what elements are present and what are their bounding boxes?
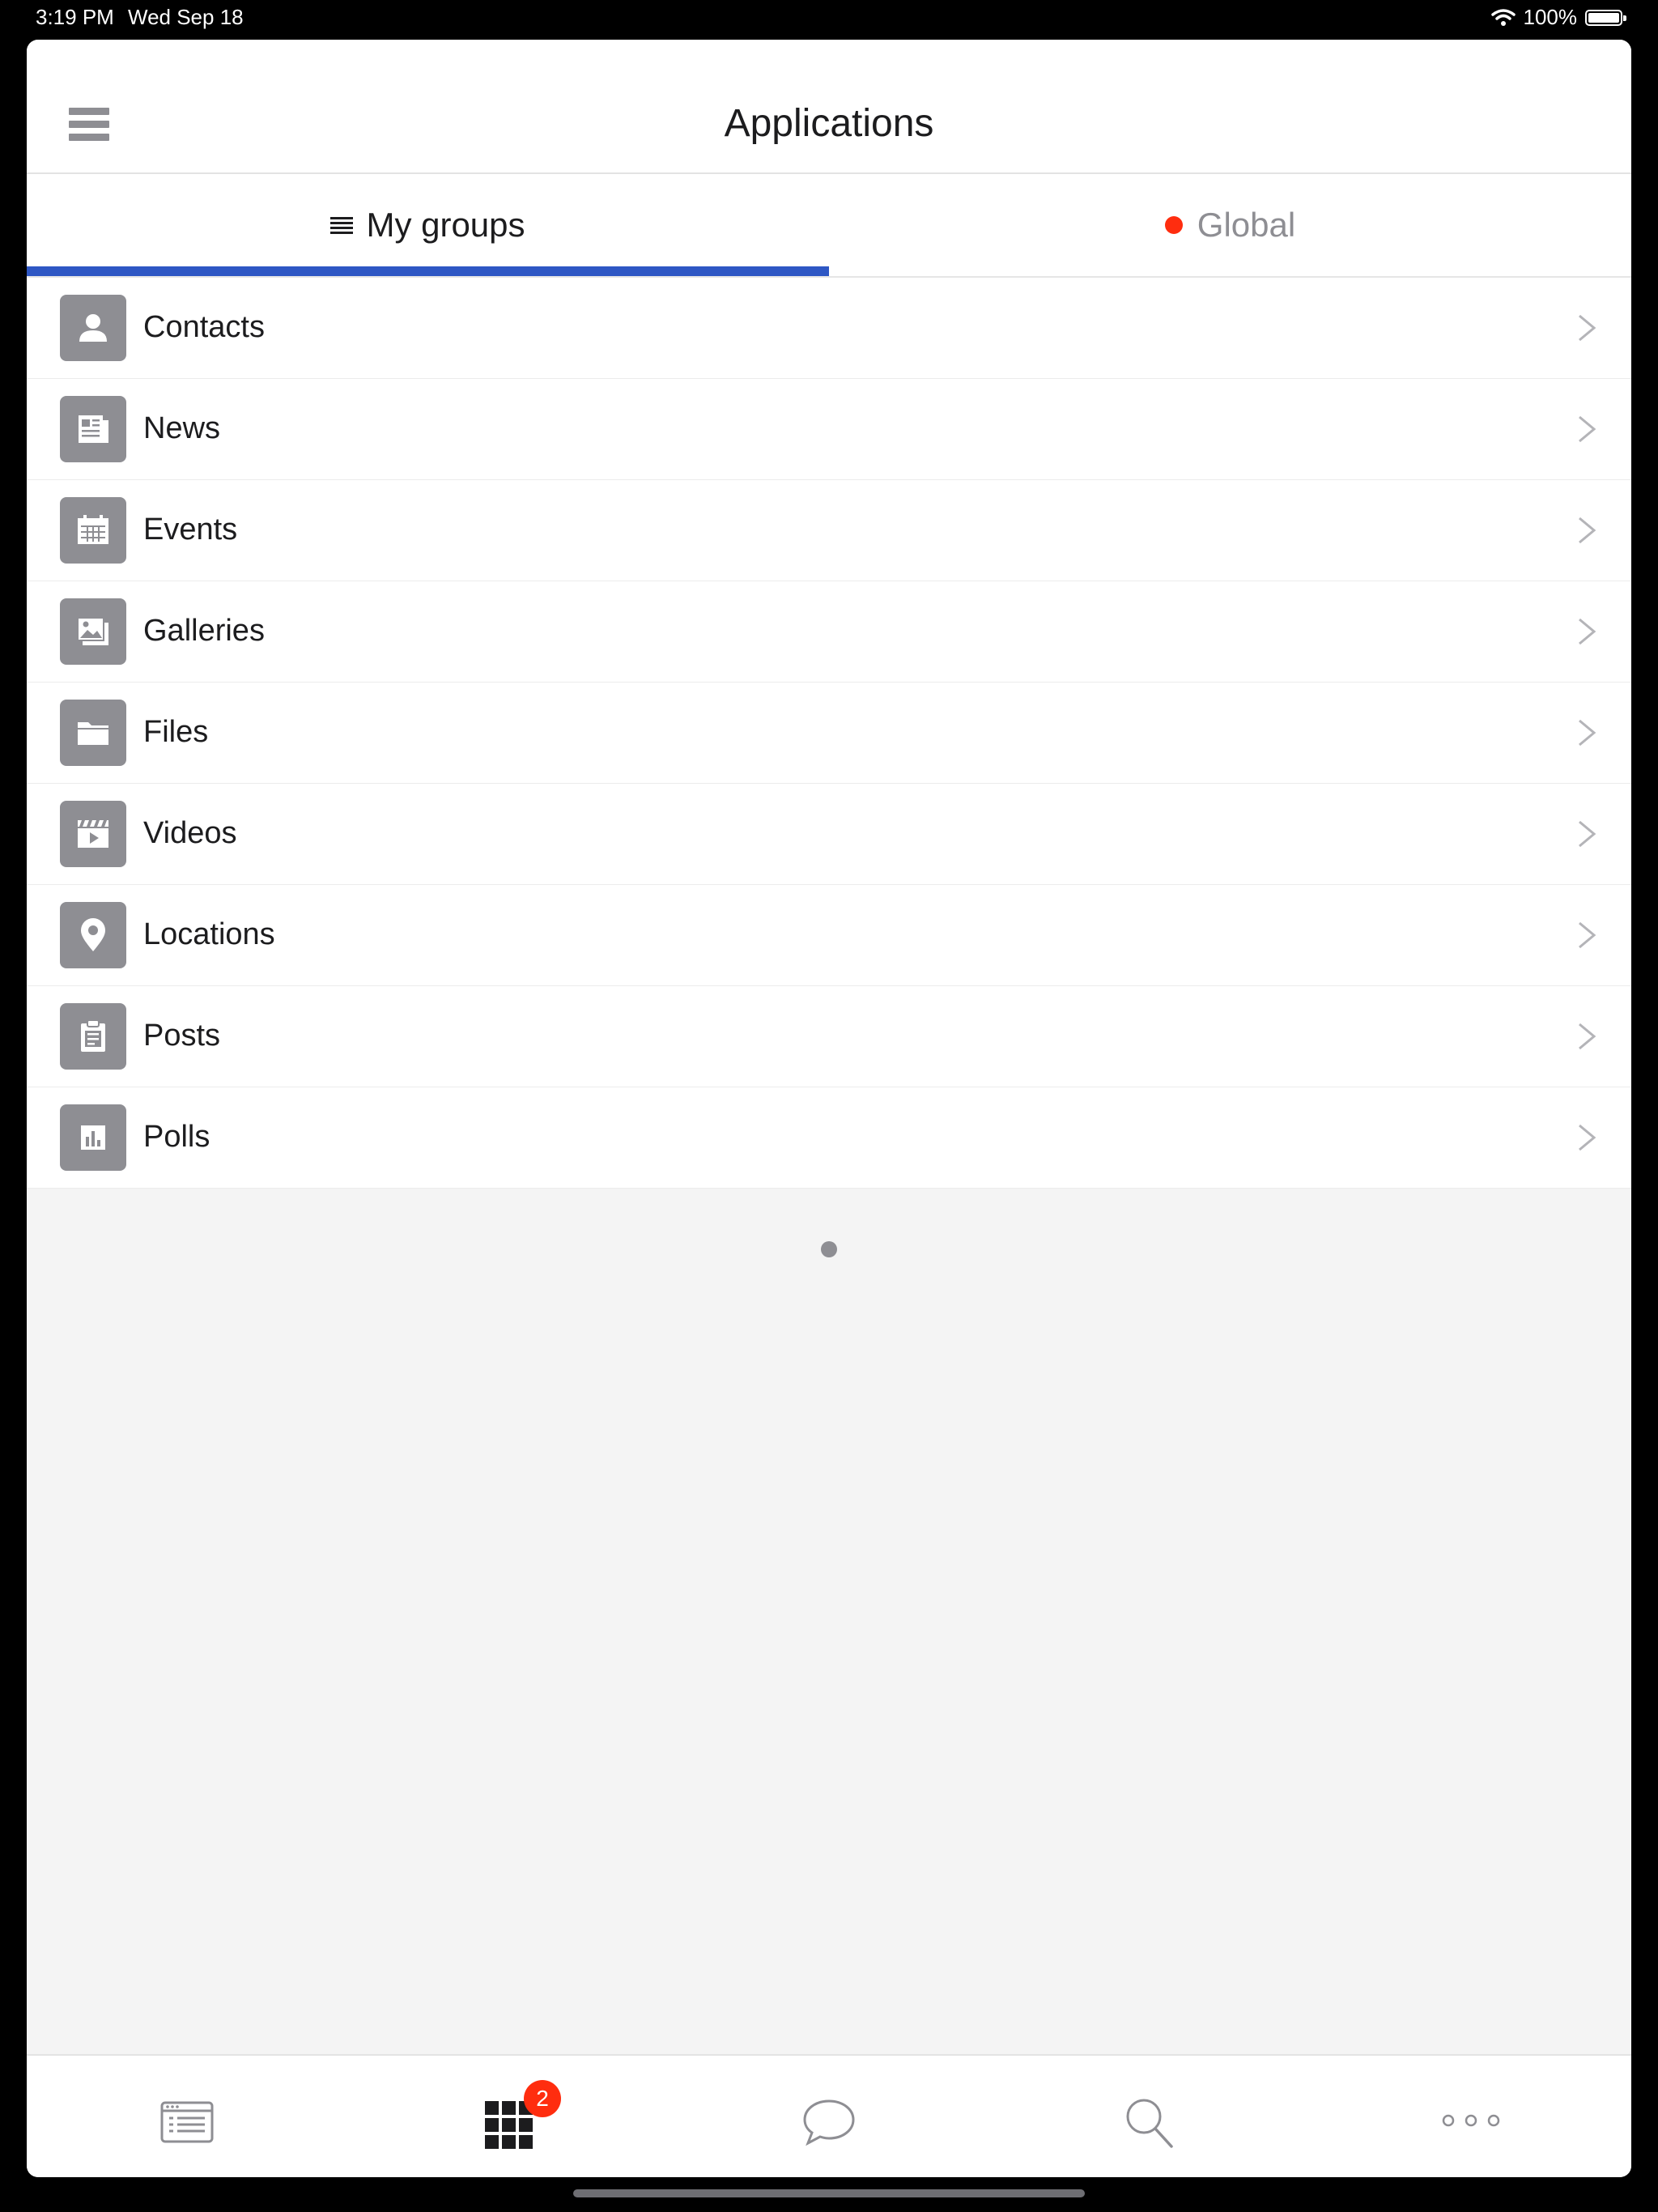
- tabbar-search[interactable]: [1116, 2088, 1181, 2153]
- home-indicator[interactable]: [573, 2189, 1085, 2197]
- chevron-right-icon: [1579, 618, 1596, 645]
- page-indicator-dot: [821, 1241, 837, 1257]
- app-window: Applications My groups Global Contacts N…: [27, 40, 1631, 2177]
- header: Applications: [27, 40, 1631, 174]
- status-date: Wed Sep 18: [128, 5, 244, 29]
- list-item-videos[interactable]: Videos: [27, 784, 1631, 885]
- photo-gallery-icon: [60, 598, 126, 665]
- tab-my-groups[interactable]: My groups: [27, 174, 829, 276]
- bar-chart-icon: [60, 1104, 126, 1171]
- status-right: 100%: [1490, 5, 1626, 30]
- chat-bubble-icon: [803, 2099, 855, 2146]
- list-item-label: Locations: [143, 917, 275, 951]
- chevron-right-icon: [1579, 314, 1596, 342]
- app-list: Contacts News Events Galleries Files Vid…: [27, 278, 1631, 1189]
- list-item-label: News: [143, 411, 221, 445]
- battery-percent: 100%: [1523, 5, 1578, 29]
- chevron-right-icon: [1579, 820, 1596, 848]
- status-bar: 3:19 PM Wed Sep 18 100%: [0, 0, 1658, 39]
- calendar-icon: [60, 497, 126, 564]
- tabs: My groups Global: [27, 174, 1631, 278]
- list-item-label: Galleries: [143, 614, 265, 648]
- chevron-right-icon: [1579, 517, 1596, 544]
- map-pin-icon: [60, 902, 126, 968]
- wifi-icon: [1490, 8, 1516, 26]
- chevron-right-icon: [1579, 1023, 1596, 1050]
- status-time: 3:19 PM: [36, 5, 114, 29]
- list-item-news[interactable]: News: [27, 379, 1631, 480]
- list-lines-icon: [330, 215, 354, 235]
- more-dots-icon: [1442, 2114, 1500, 2127]
- list-item-label: Polls: [143, 1120, 210, 1154]
- tab-global-label: Global: [1197, 206, 1296, 244]
- list-item-posts[interactable]: Posts: [27, 986, 1631, 1087]
- folder-icon: [60, 700, 126, 766]
- tabbar-more[interactable]: [1439, 2088, 1503, 2153]
- chevron-right-icon: [1579, 719, 1596, 747]
- battery-icon: [1585, 9, 1626, 26]
- list-item-label: Files: [143, 715, 209, 749]
- video-clapper-icon: [60, 801, 126, 867]
- list-item-polls[interactable]: Polls: [27, 1087, 1631, 1189]
- chevron-right-icon: [1579, 921, 1596, 949]
- list-item-files[interactable]: Files: [27, 683, 1631, 784]
- list-item-galleries[interactable]: Galleries: [27, 581, 1631, 683]
- notification-badge: 2: [524, 2080, 561, 2117]
- contact-card-icon: [60, 295, 126, 361]
- tab-bar: 2: [27, 2054, 1631, 2177]
- list-item-label: Events: [143, 513, 238, 547]
- list-item-contacts[interactable]: Contacts: [27, 278, 1631, 379]
- list-item-label: Videos: [143, 816, 237, 850]
- tab-my-groups-label: My groups: [366, 206, 525, 244]
- red-dot-icon: [1164, 216, 1183, 234]
- clipboard-icon: [60, 1003, 126, 1070]
- search-icon: [1126, 2099, 1173, 2148]
- list-item-events[interactable]: Events: [27, 480, 1631, 581]
- tabbar-applications[interactable]: 2: [477, 2080, 561, 2153]
- list-item-locations[interactable]: Locations: [27, 885, 1631, 986]
- active-tab-indicator: [27, 266, 829, 276]
- feed-list-icon: [160, 2101, 214, 2143]
- tab-global[interactable]: Global: [829, 174, 1631, 276]
- page-title: Applications: [724, 102, 934, 145]
- list-item-label: Contacts: [143, 310, 265, 344]
- chevron-right-icon: [1579, 415, 1596, 443]
- list-item-label: Posts: [143, 1019, 221, 1053]
- tabbar-feed[interactable]: [155, 2088, 219, 2153]
- chevron-right-icon: [1579, 1124, 1596, 1151]
- tabbar-messages[interactable]: [797, 2088, 861, 2153]
- newspaper-icon: [60, 396, 126, 462]
